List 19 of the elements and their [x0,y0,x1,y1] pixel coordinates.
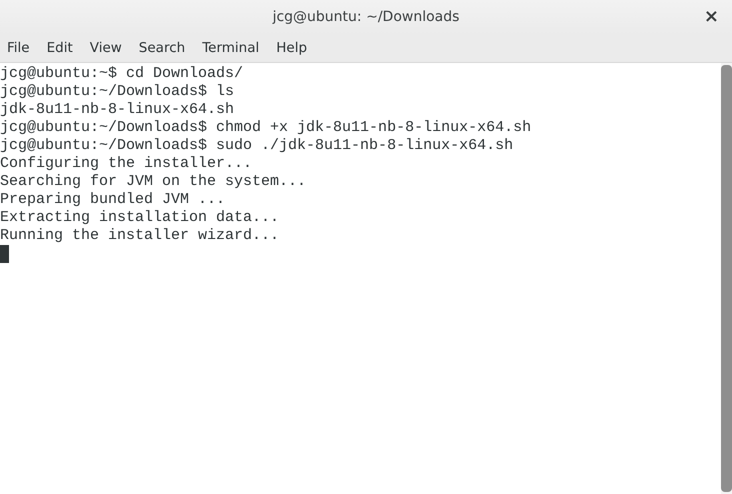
terminal-line: Running the installer wizard... [0,227,280,245]
menu-item[interactable]: Edit [42,36,78,60]
menu-item[interactable]: File [2,36,35,60]
terminal-line: Configuring the installer... [0,155,254,173]
terminal-line: jcg@ubuntu:~/Downloads$ sudo ./jdk-8u11-nb-8-linux-x64.sh [0,137,514,155]
menu-item[interactable]: View [84,36,127,60]
terminal-line: jdk-8u11-nb-8-linux-x64.sh [0,101,236,119]
terminal-line: Searching for JVM on the system... [0,173,308,191]
menu-item[interactable]: Terminal [197,36,264,60]
terminal-line: jcg@ubuntu:~$ cd Downloads/ [0,65,244,83]
menu-item[interactable]: Help [271,36,312,60]
menu-item[interactable]: Search [134,36,190,60]
close-button[interactable]: × [700,7,722,27]
window-title: jcg@ubuntu: ~/Downloads [272,9,460,25]
terminal-line: Preparing bundled JVM ... [0,191,226,209]
terminal-line: Extracting installation data... [0,209,280,227]
scrollbar[interactable] [721,63,732,494]
terminal-line: jcg@ubuntu:~/Downloads$ chmod +x jdk-8u11-nb-8-linux-x64.sh [0,119,532,137]
terminal-line: jcg@ubuntu:~/Downloads$ ls [0,83,236,101]
